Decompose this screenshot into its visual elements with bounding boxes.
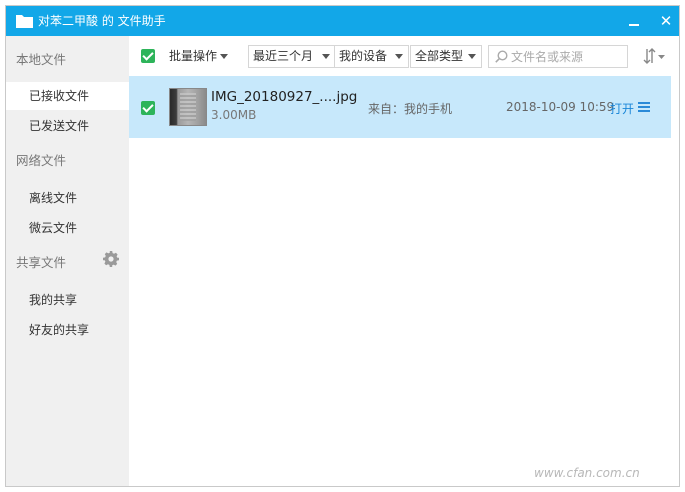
chevron-down-icon [468, 54, 476, 59]
time-filter-value: 最近三个月 [253, 49, 314, 63]
sidebar-item-friends-share[interactable]: 好友的共享 [6, 316, 129, 344]
watermark: www.cfan.com.cn [534, 466, 640, 480]
minimize-button[interactable] [624, 12, 644, 30]
file-time: 2018-10-09 10:59 [506, 100, 615, 114]
file-row[interactable]: IMG_20180927_....jpg 3.00MB 来自：我的手机 2018… [129, 76, 671, 138]
time-filter-dropdown[interactable]: 最近三个月 [248, 45, 336, 68]
device-filter-dropdown[interactable]: 我的设备 [334, 45, 409, 68]
toolbar: 批量操作 最近三个月 我的设备 全部类型 [129, 36, 679, 76]
gear-icon[interactable] [103, 251, 119, 267]
device-filter-value: 我的设备 [339, 49, 388, 63]
close-button[interactable]: ✕ [656, 12, 676, 30]
sidebar: 本地文件 已接收文件 已发送文件 网络文件 离线文件 微云文件 共享文件 我的共… [6, 36, 129, 486]
batch-operations-button[interactable]: 批量操作 [169, 48, 229, 64]
folder-icon [16, 15, 33, 28]
file-checkbox[interactable] [141, 101, 155, 115]
sidebar-item-offline[interactable]: 离线文件 [6, 184, 129, 212]
scrollbar-track [671, 76, 679, 486]
window-title: 对苯二甲酸 的 文件助手 [38, 14, 166, 28]
file-name: IMG_20180927_....jpg [211, 89, 358, 105]
batch-operations-label: 批量操作 [169, 49, 218, 63]
select-all-checkbox[interactable] [141, 49, 155, 63]
section-network-files: 网络文件 [16, 153, 67, 168]
sidebar-item-my-share[interactable]: 我的共享 [6, 286, 129, 314]
sort-icon[interactable] [641, 47, 667, 65]
file-source: 来自：我的手机 [368, 102, 453, 116]
file-assistant-window: 对苯二甲酸 的 文件助手 ✕ 本地文件 已接收文件 已发送文件 网络文件 离线文… [5, 5, 680, 487]
open-file-link[interactable]: 打开 [610, 100, 634, 117]
sidebar-item-sent[interactable]: 已发送文件 [6, 112, 129, 140]
file-thumbnail [169, 88, 207, 126]
type-filter-value: 全部类型 [415, 49, 464, 63]
chevron-down-icon [220, 54, 229, 59]
chevron-down-icon [395, 54, 403, 59]
type-filter-dropdown[interactable]: 全部类型 [410, 45, 482, 68]
title-bar: 对苯二甲酸 的 文件助手 ✕ [6, 6, 679, 36]
more-menu-icon[interactable] [638, 102, 650, 112]
section-local-files: 本地文件 [16, 52, 67, 67]
file-size: 3.00MB [211, 108, 257, 122]
search-icon [495, 50, 508, 63]
section-shared-files: 共享文件 [16, 255, 67, 270]
search-box [488, 45, 628, 68]
sidebar-item-received[interactable]: 已接收文件 [6, 82, 129, 110]
file-list: IMG_20180927_....jpg 3.00MB 来自：我的手机 2018… [129, 76, 679, 486]
chevron-down-icon [322, 54, 330, 59]
sidebar-item-weiyun[interactable]: 微云文件 [6, 214, 129, 242]
search-input[interactable] [511, 48, 623, 65]
